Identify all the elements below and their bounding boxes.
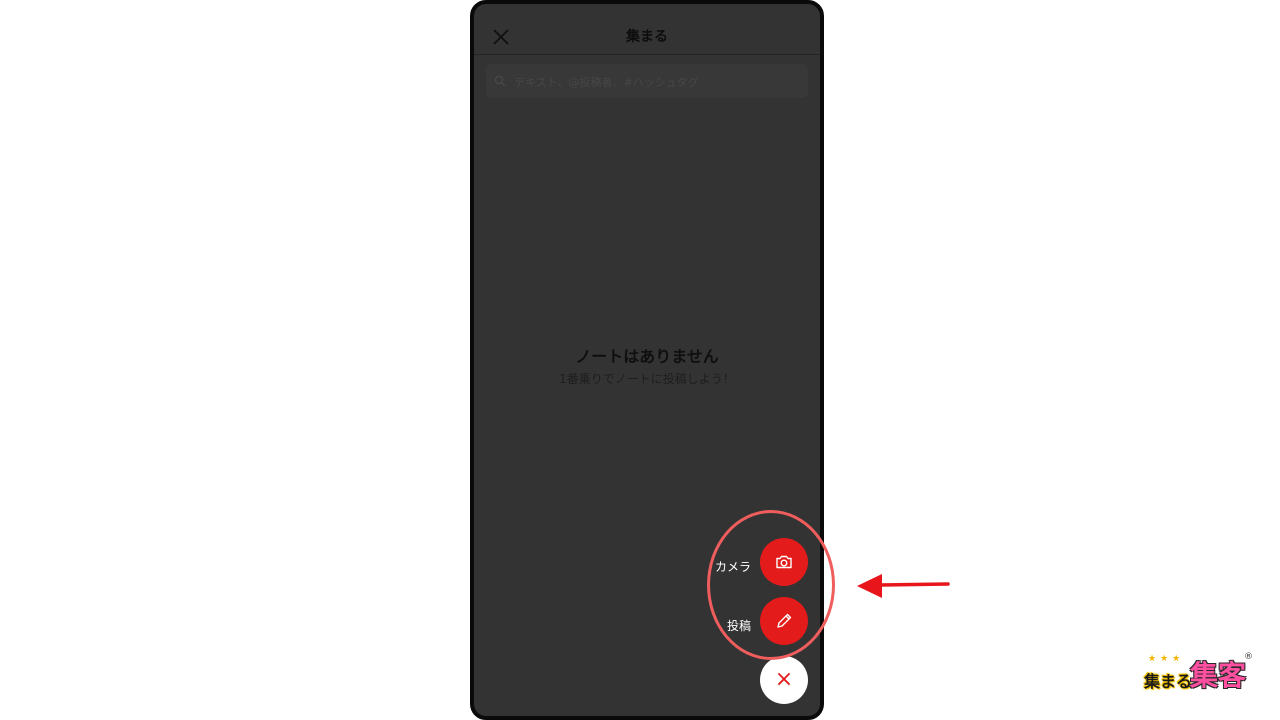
close-icon: × xyxy=(774,667,794,692)
search-placeholder: テキスト、@投稿者、#ハッシュタグ xyxy=(514,76,699,89)
logo-stars: ★★★ xyxy=(1148,654,1185,664)
search-input[interactable]: テキスト、@投稿者、#ハッシュタグ xyxy=(486,64,808,98)
empty-state-title: ノートはありません xyxy=(575,347,719,366)
brand-logo: ★★★ 集まる 集客 ® xyxy=(1142,652,1256,692)
logo-small-text: 集まる xyxy=(1144,672,1193,691)
page-title: 集まる xyxy=(626,29,668,45)
search-icon xyxy=(494,75,506,87)
logo-registered-mark: ® xyxy=(1244,652,1253,662)
arrow-left-icon xyxy=(857,574,950,598)
logo-big-text: 集客 xyxy=(1190,659,1247,692)
fab-close-button[interactable]: × xyxy=(760,656,808,704)
annotation-highlight-circle xyxy=(707,510,835,660)
empty-state-subtitle: 1番乗りでノートに投稿しよう！ xyxy=(559,372,735,386)
app-header: 集まる xyxy=(474,4,820,55)
